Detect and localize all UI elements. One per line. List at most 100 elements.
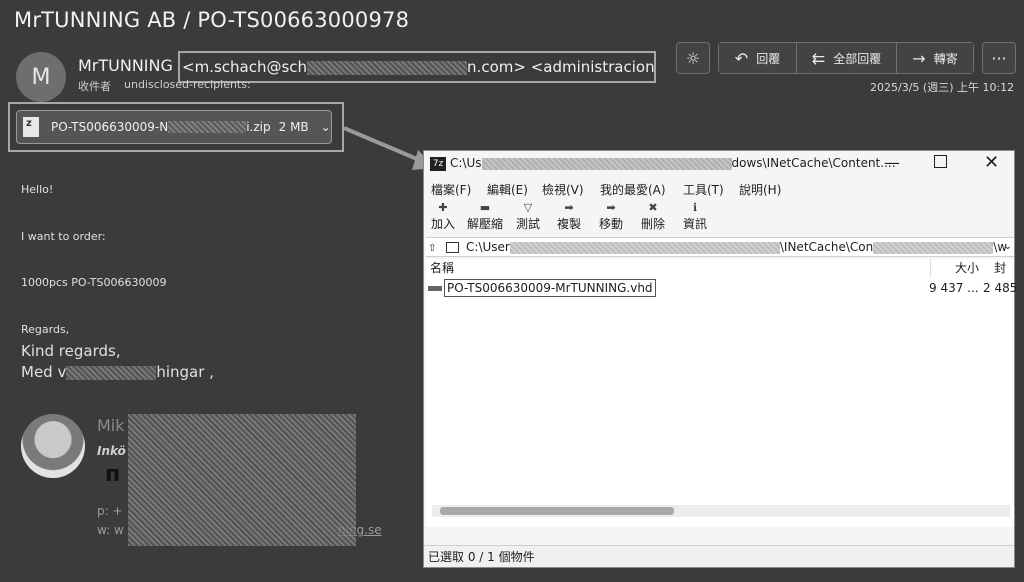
chevron-down-icon[interactable]: ⌄ (321, 120, 331, 134)
test-label: 測試 (516, 217, 541, 231)
reply-button[interactable]: ↶ 回覆 (719, 43, 797, 73)
window-title: C:\Us dows\INetCache\Content.... (450, 156, 896, 170)
more-actions-button[interactable]: ··· (982, 42, 1016, 74)
more-icon: ··· (991, 48, 1007, 68)
redacted-block (509, 241, 780, 254)
title-start: C:\Us (450, 156, 482, 170)
menu-tools[interactable]: 工具(T) (683, 181, 724, 198)
greeting-text: Hello! (21, 183, 54, 196)
test-icon: ▽ (523, 201, 533, 214)
reply-icon: ↶ (734, 48, 749, 68)
info-label: 資訊 (683, 217, 708, 231)
menu-view[interactable]: 檢視(V) (542, 181, 584, 198)
path-bar[interactable]: ⇧ C:\User \INetCache\Con \w ⌄ (426, 237, 1014, 257)
avatar-letter: M (31, 64, 51, 90)
add-label: 加入 (431, 217, 456, 231)
redacted-block (168, 121, 247, 133)
menu-help[interactable]: 說明(H) (739, 181, 781, 198)
menu-edit[interactable]: 編輯(E) (487, 181, 528, 198)
signature-title: Inkö (97, 444, 126, 458)
attachment-chip[interactable]: z PO-TS006630009-N i.zip 2 MB ⌄ (16, 110, 332, 144)
horizontal-scrollbar[interactable] (432, 505, 1010, 517)
forward-icon: → (912, 48, 926, 68)
file-size: 9 437 ... (929, 281, 979, 295)
from-address-start: <m.schach@sch (182, 58, 308, 76)
status-text: 已選取 0 / 1 個物件 (428, 550, 535, 564)
title-end: dows\INetCache\Content.... (731, 156, 896, 170)
reply-all-button[interactable]: ⇇ 全部回覆 (797, 43, 897, 73)
forward-label: 轉寄 (933, 51, 958, 66)
redacted-block (873, 241, 994, 254)
extract-label: 解壓縮 (467, 217, 504, 231)
regards3-end: hingar , (156, 363, 214, 381)
add-icon: ✚ (438, 201, 448, 214)
info-icon: ℹ (692, 201, 698, 214)
folder-icon (446, 242, 460, 253)
regards-line2: Kind regards, (21, 342, 121, 360)
regards-line3: Med v hingar , (21, 363, 214, 381)
copy-button[interactable]: ➡ 複製 (557, 201, 581, 232)
info-button[interactable]: ℹ 資訊 (683, 201, 707, 232)
maximize-icon[interactable] (934, 155, 947, 168)
signature-photo (21, 414, 85, 478)
reply-all-label: 全部回覆 (833, 51, 882, 66)
list-item[interactable]: PO-TS006630009-MrTUNNING.vhd 9 437 ... 2… (426, 279, 1018, 297)
sender-name[interactable]: MrTUNNING (78, 56, 173, 75)
redacted-block (66, 365, 157, 380)
delete-button[interactable]: ✖ 刪除 (641, 201, 665, 232)
column-divider (930, 259, 931, 277)
window-titlebar: 7z C:\Us dows\INetCache\Content.... — ✕ (424, 151, 1014, 179)
sevenzip-window: 7z C:\Us dows\INetCache\Content.... — ✕ 檔… (423, 150, 1018, 568)
extract-icon: ▬ (479, 201, 491, 214)
recipients-label: 收件者 (78, 80, 111, 93)
column-name[interactable]: 名稱 (430, 259, 454, 277)
chevron-down-icon[interactable]: ⌄ (1004, 238, 1012, 256)
toolbar: ✚ 加入 ▬ 解壓縮 ▽ 測試 ➡ 複製 ➡ 移動 ✖ 刪除 ℹ 資訊 (424, 199, 1014, 239)
attachment-name-end: i.zip (246, 120, 271, 134)
reply-label: 回覆 (756, 51, 781, 66)
sevenzip-app-icon: 7z (430, 157, 446, 171)
from-address-end: n.com> <administracion@tech (467, 58, 655, 76)
sender-avatar: M (16, 52, 66, 102)
copy-label: 複製 (557, 217, 582, 231)
forward-button[interactable]: → 轉寄 (897, 43, 973, 73)
signature-logo: п (105, 462, 121, 487)
path-end: \INetCache\Con (779, 240, 874, 254)
zip-file-icon: z (23, 117, 39, 137)
close-icon[interactable]: ✕ (984, 152, 999, 173)
move-icon: ➡ (606, 201, 616, 214)
phone-value: + (112, 504, 123, 518)
signature-name: Mik (97, 416, 125, 435)
menu-favorites[interactable]: 我的最愛(A) (600, 181, 666, 198)
redacted-block (128, 414, 356, 546)
extract-button[interactable]: ▬ 解壓縮 (467, 201, 503, 232)
column-size[interactable]: 大小 (955, 259, 979, 277)
sun-icon-button[interactable]: ☼ (676, 42, 710, 74)
sun-icon: ☼ (685, 48, 701, 68)
regards3-start: Med v (21, 363, 67, 381)
redacted-block (481, 157, 732, 170)
body-line2: 1000pcs PO-TS006630009 (21, 276, 167, 289)
web-label: w: (97, 523, 111, 537)
file-name: PO-TS006630009-MrTUNNING.vhd (444, 279, 656, 297)
up-folder-icon[interactable]: ⇧ (428, 243, 436, 254)
body-line1: I want to order: (21, 230, 106, 243)
attachment-name-start: PO-TS006630009-N (51, 120, 169, 134)
scrollbar-thumb[interactable] (440, 507, 674, 515)
minimize-icon[interactable]: — (884, 153, 900, 172)
list-header: 名稱 大小 封裝 (426, 259, 1014, 293)
reply-all-icon: ⇇ (811, 48, 826, 68)
file-packed-size: 2 485 (983, 281, 1018, 295)
test-button[interactable]: ▽ 測試 (516, 201, 540, 232)
path-start: C:\User (466, 240, 510, 254)
add-button[interactable]: ✚ 加入 (431, 201, 455, 232)
email-subject: MrTUNNING AB / PO-TS00663000978 (14, 8, 410, 32)
menu-bar: 檔案(F) 編輯(E) 檢視(V) 我的最愛(A) 工具(T) 說明(H) (424, 179, 1014, 199)
menu-file[interactable]: 檔案(F) (431, 181, 471, 198)
regards-line1: Regards, (21, 323, 70, 336)
move-button[interactable]: ➡ 移動 (599, 201, 623, 232)
attachment-size: 2 MB (278, 120, 309, 134)
signature-web: w: w (97, 523, 124, 537)
delete-icon: ✖ (648, 201, 658, 214)
vhd-file-icon (428, 286, 442, 291)
